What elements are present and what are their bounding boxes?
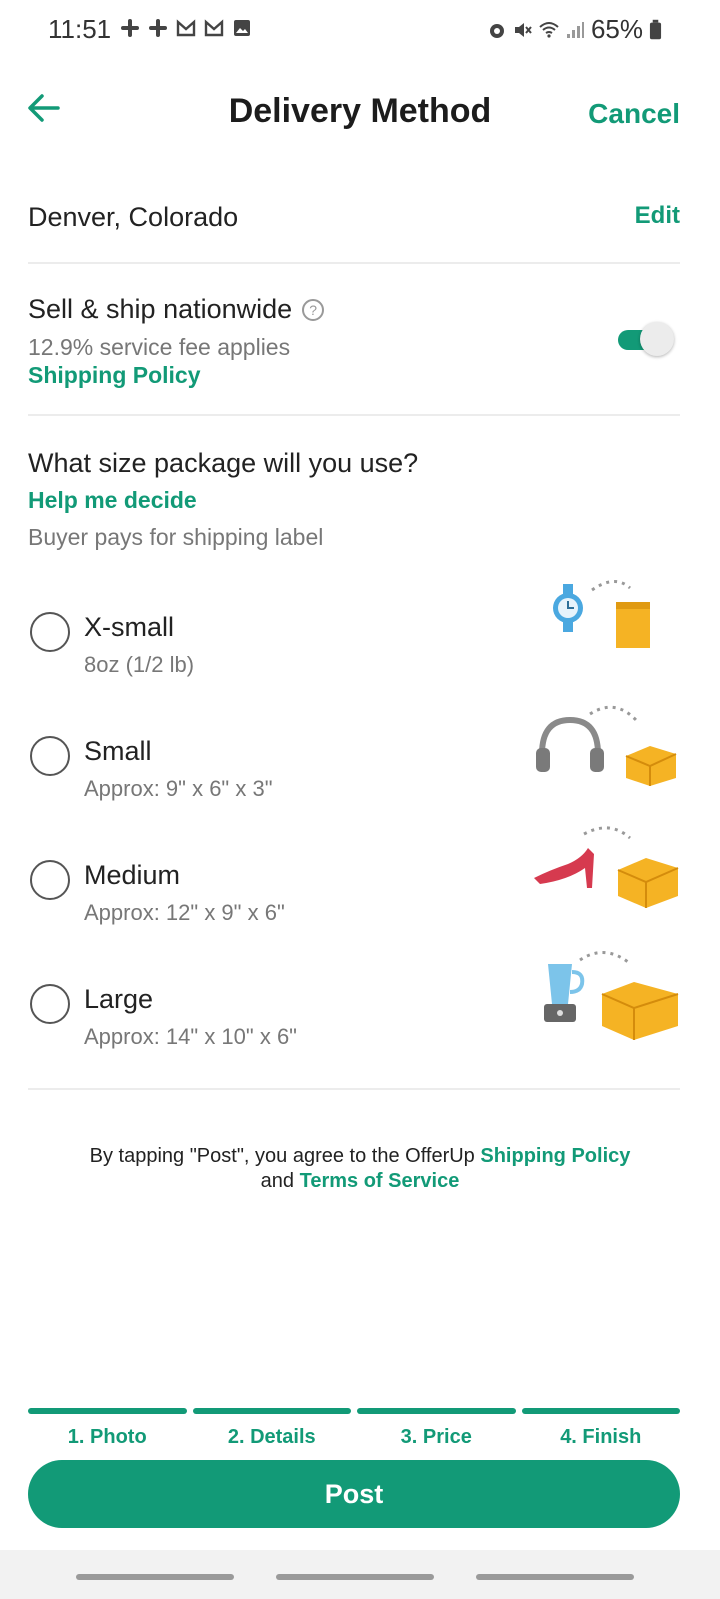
- wifi-icon: [539, 21, 559, 38]
- shipping-policy-link[interactable]: Shipping Policy: [28, 362, 201, 389]
- location-text: Denver, Colorado: [28, 202, 239, 232]
- step-price[interactable]: 3. Price: [357, 1408, 516, 1449]
- slack-icon: [149, 19, 167, 37]
- divider: [28, 1088, 680, 1090]
- terms-of-service-link[interactable]: Terms of Service: [300, 1170, 460, 1192]
- signal-icon: [566, 21, 584, 38]
- step-bar: [357, 1408, 516, 1414]
- help-me-decide-link[interactable]: Help me decide: [28, 487, 197, 514]
- nav-back-button[interactable]: [476, 1574, 634, 1580]
- step-label: 4. Finish: [560, 1426, 642, 1448]
- option-dimensions: Approx: 9" x 6" x 3": [84, 776, 273, 801]
- status-time: 11:51: [48, 14, 112, 44]
- option-label: Large: [84, 984, 154, 1014]
- gallery-icon: [234, 20, 250, 36]
- toggle-knob: [640, 322, 674, 356]
- package-option-xsmall[interactable]: X-small 8oz (1/2 lb): [28, 580, 680, 700]
- mute-icon: [514, 22, 532, 37]
- step-photo[interactable]: 1. Photo: [28, 1408, 187, 1449]
- system-nav-bar: [0, 1550, 720, 1599]
- status-right-icons: 65%: [487, 14, 662, 45]
- ship-nationwide-title: Sell & ship nationwide ?: [28, 294, 325, 325]
- legal-and: and: [260, 1170, 300, 1192]
- package-size-question: What size package will you use?: [28, 448, 419, 478]
- slack-icon: [121, 19, 139, 37]
- post-button[interactable]: Post: [28, 1460, 680, 1528]
- legal-prefix: By tapping "Post", you agree to the Offe…: [89, 1145, 481, 1167]
- service-fee-text: 12.9% service fee applies: [28, 334, 291, 360]
- notification-icons: [120, 18, 252, 38]
- ship-nationwide-toggle[interactable]: [618, 322, 674, 358]
- legal-shipping-policy-link[interactable]: Shipping Policy: [480, 1145, 630, 1167]
- heel-and-box-icon: [534, 826, 679, 908]
- nav-home-button[interactable]: [276, 1574, 434, 1580]
- progress-steps: 1. Photo 2. Details 3. Price 4. Finish: [28, 1408, 680, 1449]
- gmail-icon: [204, 19, 224, 37]
- location-row: Denver, Colorado Edit: [28, 196, 680, 240]
- headphones-and-box-icon: [536, 705, 677, 786]
- step-label: 3. Price: [400, 1426, 472, 1448]
- status-bar: 11:51 65%: [0, 0, 720, 64]
- option-label: X-small: [84, 612, 175, 642]
- radio-button[interactable]: [30, 984, 70, 1024]
- radio-button[interactable]: [30, 736, 70, 776]
- alarm-icon: [489, 23, 504, 38]
- divider: [28, 262, 680, 264]
- step-label: 2. Details: [227, 1426, 316, 1448]
- divider: [28, 414, 680, 416]
- blender-and-box-icon: [544, 951, 679, 1040]
- edit-location-button[interactable]: Edit: [635, 202, 680, 230]
- legal-text: By tapping "Post", you agree to the Offe…: [0, 1144, 720, 1194]
- package-option-large[interactable]: Large Approx: 14" x 10" x 6": [28, 951, 680, 1072]
- step-bar: [192, 1408, 351, 1414]
- package-option-medium[interactable]: Medium Approx: 12" x 9" x 6": [28, 826, 680, 948]
- cancel-button[interactable]: Cancel: [588, 98, 680, 130]
- option-dimensions: Approx: 14" x 10" x 6": [84, 1024, 297, 1049]
- step-label: 1. Photo: [67, 1426, 147, 1448]
- watch-and-package-icon: [553, 580, 650, 648]
- step-details[interactable]: 2. Details: [192, 1408, 351, 1449]
- step-bar: [28, 1408, 187, 1414]
- package-option-small[interactable]: Small Approx: 9" x 6" x 3": [28, 705, 680, 824]
- battery-percent: 65%: [590, 14, 643, 44]
- buyer-pays-note: Buyer pays for shipping label: [28, 524, 324, 550]
- header: Delivery Method Cancel: [0, 80, 720, 144]
- step-bar: [521, 1408, 680, 1414]
- nav-recents-button[interactable]: [76, 1574, 234, 1580]
- option-label: Medium: [84, 860, 181, 890]
- radio-button[interactable]: [30, 612, 70, 652]
- gmail-icon: [176, 19, 196, 37]
- option-dimensions: 8oz (1/2 lb): [84, 652, 195, 677]
- radio-button[interactable]: [30, 860, 70, 900]
- option-dimensions: Approx: 12" x 9" x 6": [84, 900, 285, 925]
- help-circle-icon[interactable]: ?: [302, 298, 325, 321]
- ship-nationwide-label: Sell & ship nationwide: [28, 294, 293, 324]
- step-finish[interactable]: 4. Finish: [521, 1408, 680, 1449]
- battery-icon: [649, 19, 662, 39]
- option-label: Small: [84, 736, 152, 766]
